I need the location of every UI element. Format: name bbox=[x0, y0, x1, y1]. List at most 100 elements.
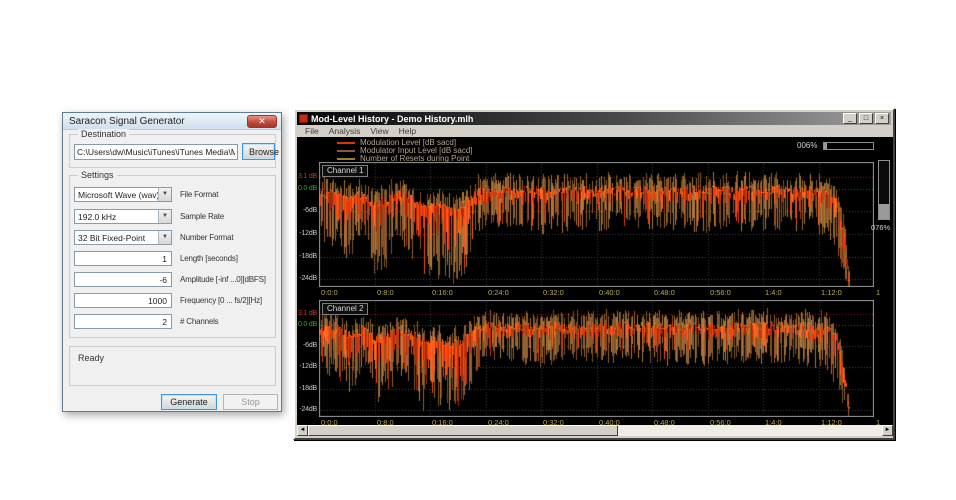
x-axis-label: 0:56:0 bbox=[710, 288, 731, 297]
maximize-button[interactable]: □ bbox=[859, 113, 873, 124]
status-text: Ready bbox=[78, 353, 105, 363]
minimize-button[interactable]: _ bbox=[843, 113, 857, 124]
channel-2-plot bbox=[319, 300, 874, 417]
x-axis-label: 0:40:0 bbox=[599, 288, 620, 297]
y-axis-label: 0.0 dB bbox=[297, 321, 317, 328]
file-format-row: Microsoft Wave (wav) ▼ File Format bbox=[74, 187, 273, 202]
file-format-select[interactable]: Microsoft Wave (wav) ▼ bbox=[74, 187, 172, 202]
menu-help[interactable]: Help bbox=[394, 126, 421, 136]
scrollbar-thumb[interactable] bbox=[308, 425, 618, 436]
field-label: # Channels bbox=[180, 317, 219, 326]
browse-button[interactable]: Browse bbox=[242, 143, 279, 160]
menu-file[interactable]: File bbox=[300, 126, 324, 136]
number-format-row: 32 Bit Fixed-Point ▼ Number Format bbox=[74, 230, 273, 245]
titlebar[interactable]: Mod-Level History - Demo History.mlh _ □… bbox=[297, 112, 891, 125]
select-value: 192.0 kHz bbox=[78, 212, 117, 222]
stop-button[interactable]: Stop bbox=[223, 394, 278, 410]
field-label: File Format bbox=[180, 190, 219, 199]
scroll-right-button[interactable]: ► bbox=[882, 425, 893, 436]
select-value: 32 Bit Fixed-Point bbox=[78, 233, 146, 243]
number-format-select[interactable]: 32 Bit Fixed-Point ▼ bbox=[74, 230, 172, 245]
chevron-down-icon: ▼ bbox=[158, 188, 171, 201]
x-axis-label: 1 bbox=[876, 288, 881, 297]
scroll-left-icon: ◄ bbox=[299, 427, 306, 433]
frequency-input[interactable] bbox=[74, 293, 172, 308]
top-progress-value: 006% bbox=[797, 141, 818, 150]
y-axis-label: -12dB bbox=[299, 363, 317, 370]
channel-1-plot bbox=[319, 162, 874, 287]
menu-analysis[interactable]: Analysis bbox=[324, 126, 366, 136]
x-axis-label: 1:12:0 bbox=[821, 288, 842, 297]
destination-group: Destination Browse bbox=[69, 129, 279, 168]
y-axis-label: 0.0 dB bbox=[297, 185, 317, 192]
amplitude-row: Amplitude [-inf ...0][dBFS] bbox=[74, 272, 273, 287]
history-window: Mod-Level History - Demo History.mlh _ □… bbox=[293, 108, 895, 440]
top-progress-fill bbox=[824, 143, 827, 149]
channel-1-label: Channel 1 bbox=[322, 165, 369, 177]
minimize-icon: _ bbox=[848, 115, 852, 122]
amplitude-input[interactable] bbox=[74, 272, 172, 287]
x-axis-label: 0:32:0 bbox=[543, 288, 564, 297]
x-axis-label: 1:4:0 bbox=[765, 288, 782, 297]
modulator-input-level-swatch bbox=[337, 150, 355, 152]
y-axis-label: -6dB bbox=[303, 342, 317, 349]
y-axis-label: 3.1 dB bbox=[297, 310, 317, 317]
y-axis-label: -18dB bbox=[299, 253, 317, 260]
group-label: Destination bbox=[78, 129, 130, 139]
select-value: Microsoft Wave (wav) bbox=[78, 190, 160, 200]
status-box: Ready bbox=[69, 346, 276, 386]
top-progress-bar bbox=[823, 142, 874, 150]
side-progress-value: 076% bbox=[871, 223, 891, 232]
field-label: Frequency [0 ... fs/2][Hz] bbox=[180, 296, 262, 305]
y-axis-label: -24dB bbox=[299, 406, 317, 413]
desktop: Saracon Signal Generator ✕ Destination B… bbox=[0, 0, 956, 500]
frequency-row: Frequency [0 ... fs/2][Hz] bbox=[74, 293, 273, 308]
close-icon: × bbox=[879, 115, 885, 122]
channel-2-label: Channel 2 bbox=[322, 303, 369, 315]
channels-row: # Channels bbox=[74, 314, 273, 329]
channels-input[interactable] bbox=[74, 314, 172, 329]
length-row: Length [seconds] bbox=[74, 251, 273, 266]
window-title: Saracon Signal Generator bbox=[69, 116, 185, 127]
horizontal-scrollbar[interactable]: ◄ ► bbox=[297, 425, 893, 436]
sample-rate-row: 192.0 kHz ▼ Sample Rate bbox=[74, 209, 273, 224]
y-axis-label: -18dB bbox=[299, 385, 317, 392]
titlebar[interactable]: Saracon Signal Generator ✕ bbox=[63, 113, 281, 130]
field-label: Length [seconds] bbox=[180, 254, 238, 263]
y-axis-label: -24dB bbox=[299, 275, 317, 282]
x-axis-label: 0:48:0 bbox=[654, 288, 675, 297]
scroll-right-icon: ► bbox=[884, 427, 891, 433]
menu-view[interactable]: View bbox=[365, 126, 393, 136]
close-icon: ✕ bbox=[258, 116, 266, 126]
chevron-down-icon: ▼ bbox=[158, 210, 171, 223]
resets-swatch bbox=[337, 158, 355, 160]
length-input[interactable] bbox=[74, 251, 172, 266]
scroll-left-button[interactable]: ◄ bbox=[297, 425, 308, 436]
y-axis-label: 3.1 dB bbox=[297, 173, 317, 180]
side-progress-fill bbox=[879, 204, 889, 219]
x-axis-label: 0:16:0 bbox=[432, 288, 453, 297]
app-icon bbox=[299, 114, 308, 123]
window-title: Mod-Level History - Demo History.mlh bbox=[311, 113, 474, 124]
modulation-level-swatch bbox=[337, 142, 355, 144]
y-axis-label: -6dB bbox=[303, 207, 317, 214]
chart-client-area: Modulation Level [dB sacd] Modulator Inp… bbox=[297, 137, 893, 429]
x-axis-label: 0:24:0 bbox=[488, 288, 509, 297]
group-label: Settings bbox=[78, 170, 117, 180]
field-label: Amplitude [-inf ...0][dBFS] bbox=[180, 275, 266, 284]
signal-generator-window: Saracon Signal Generator ✕ Destination B… bbox=[62, 112, 282, 412]
destination-path-input[interactable] bbox=[74, 144, 238, 160]
x-axis-label: 0:8:0 bbox=[377, 288, 394, 297]
field-label: Number Format bbox=[180, 233, 234, 242]
close-button[interactable]: ✕ bbox=[247, 115, 277, 128]
menubar: File Analysis View Help bbox=[297, 125, 891, 137]
maximize-icon: □ bbox=[863, 115, 869, 122]
y-axis-label: -12dB bbox=[299, 230, 317, 237]
side-progress-bar bbox=[878, 160, 890, 220]
close-button[interactable]: × bbox=[875, 113, 889, 124]
settings-group: Settings Microsoft Wave (wav) ▼ File For… bbox=[69, 170, 276, 338]
generate-button[interactable]: Generate bbox=[161, 394, 217, 410]
field-label: Sample Rate bbox=[180, 212, 225, 221]
sample-rate-select[interactable]: 192.0 kHz ▼ bbox=[74, 209, 172, 224]
x-axis-label: 0:0:0 bbox=[321, 288, 338, 297]
